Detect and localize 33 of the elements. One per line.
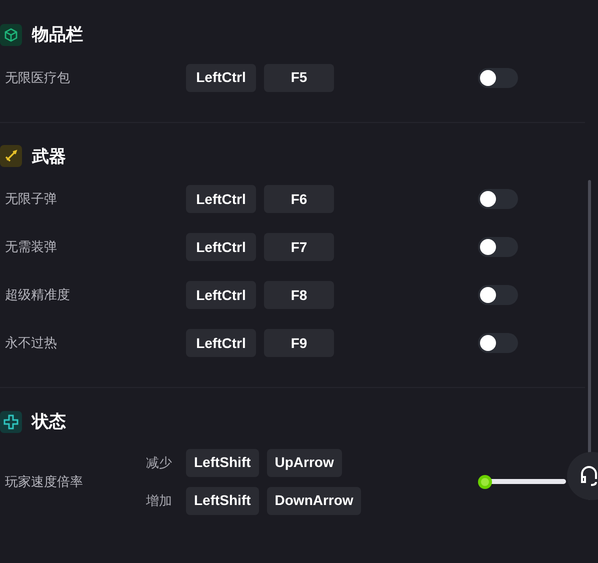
key-badge[interactable]: F7 [264,233,334,261]
plus-icon [0,410,22,433]
toggle-switch[interactable] [478,189,518,209]
section-title: 状态 [32,411,66,433]
key-badge[interactable]: F9 [264,329,334,357]
key-badge[interactable]: LeftShift [186,486,259,514]
section-title: 物品栏 [32,24,83,46]
setting-label: 无限子弹 [4,190,58,208]
key-badge[interactable]: LeftCtrl [186,281,256,309]
action-label: 增加 [146,492,172,508]
box-icon [0,24,22,46]
key-badge[interactable]: UpArrow [266,448,342,476]
key-badge[interactable]: F5 [264,64,334,92]
section-title: 武器 [32,146,66,168]
key-badge[interactable]: LeftCtrl [186,233,256,261]
setting-label: 无限医疗包 [4,68,71,87]
setting-label: 无需装弹 [4,238,58,256]
key-badge[interactable]: LeftShift [186,448,259,476]
toggle-switch[interactable] [478,285,518,305]
key-badge[interactable]: F6 [264,185,334,213]
key-badge[interactable]: LeftCtrl [186,329,256,357]
headset-icon [579,465,598,487]
toggle-switch[interactable] [478,68,518,88]
setting-label: 超级精准度 [4,286,71,304]
toggle-switch[interactable] [478,333,518,353]
key-badge[interactable]: DownArrow [266,486,362,514]
key-badge[interactable]: F8 [264,281,334,309]
setting-label: 永不过热 [4,334,58,352]
toggle-switch[interactable] [478,237,518,257]
key-badge[interactable]: LeftCtrl [186,64,256,92]
setting-label: 玩家速度倍率 [4,472,84,491]
key-badge[interactable]: LeftCtrl [186,185,256,213]
action-label: 减少 [146,454,172,470]
